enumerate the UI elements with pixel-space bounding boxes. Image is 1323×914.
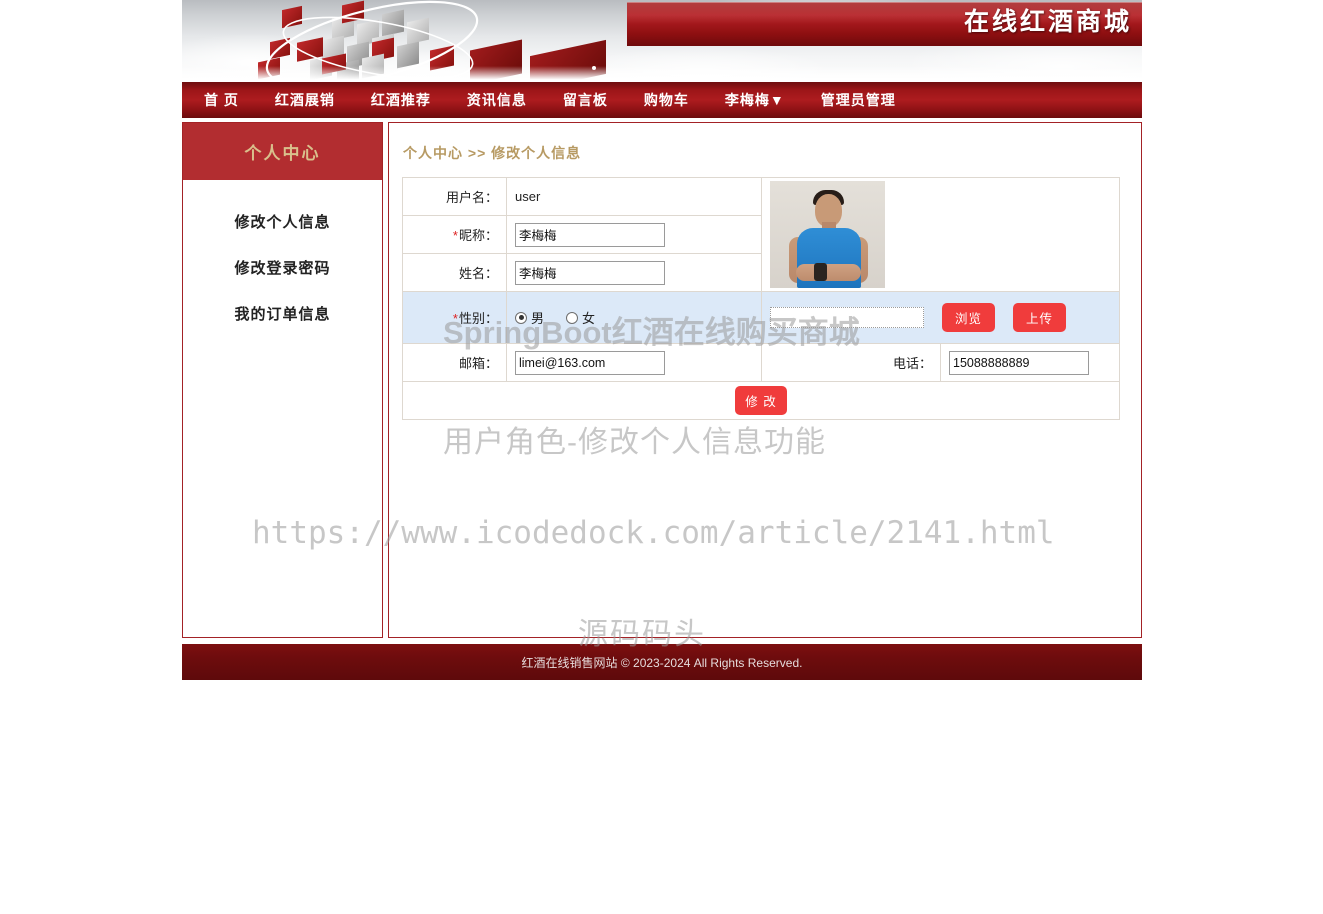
browse-button[interactable]: 浏览 xyxy=(942,303,996,332)
gender-value-cell: 男 女 xyxy=(506,291,762,344)
site-banner: 在线红酒商城 xyxy=(182,0,1142,82)
nav-wine-recommend[interactable]: 红酒推荐 xyxy=(353,82,449,118)
email-label: 邮箱： xyxy=(402,343,507,382)
nav-admin[interactable]: 管理员管理 xyxy=(803,82,914,118)
nav-home[interactable]: 首 页 xyxy=(186,82,257,118)
main-panel: 个人中心 >> 修改个人信息 用户名： user *昵称： 李梅梅 姓名： 李梅… xyxy=(388,122,1142,638)
sidebar: 个人中心 修改个人信息 修改登录密码 我的订单信息 xyxy=(182,122,383,638)
nav-user-menu[interactable]: 李梅梅▼ xyxy=(707,82,803,118)
gender-required-mark: * xyxy=(452,311,458,326)
content-area: 个人中心 修改个人信息 修改登录密码 我的订单信息 个人中心 >> 修改个人信息… xyxy=(182,118,1142,638)
nickname-input[interactable] xyxy=(515,222,665,247)
phone-input[interactable] xyxy=(949,350,1089,375)
upload-cell: 浏览 上传 xyxy=(761,291,1120,344)
table-row-contact: 邮箱： 电话： xyxy=(402,343,1120,382)
avatar xyxy=(770,181,885,288)
username-value: user xyxy=(515,189,541,204)
site-title: 在线红酒商城 xyxy=(963,7,1132,36)
nav-news[interactable]: 资讯信息 xyxy=(449,82,545,118)
nickname-required-mark: * xyxy=(452,228,458,243)
phone-label: 电话： xyxy=(761,343,941,382)
file-path-input[interactable] xyxy=(770,307,924,328)
gender-radio-male[interactable] xyxy=(515,311,527,324)
upload-button[interactable]: 上传 xyxy=(1013,303,1067,332)
gender-label-text: 性别： xyxy=(458,311,498,326)
sidebar-menu: 修改个人信息 修改登录密码 我的订单信息 xyxy=(183,180,382,336)
realname-label: 姓名： xyxy=(402,253,507,292)
username-label: 用户名： xyxy=(402,177,507,216)
phone-value-cell xyxy=(940,343,1120,382)
main-navigation: 首 页 红酒展销 红酒推荐 资讯信息 留言板 购物车 李梅梅▼ 管理员管理 xyxy=(182,82,1142,118)
page-root: 在线红酒商城 首 页 红酒展销 红酒推荐 资讯信息 留言板 购物车 李梅梅▼ 管… xyxy=(0,0,1323,914)
nav-cart[interactable]: 购物车 xyxy=(626,82,707,118)
email-input[interactable] xyxy=(515,350,665,375)
nickname-label-text: 昵称： xyxy=(458,228,498,243)
gender-radio-female[interactable] xyxy=(566,311,579,324)
breadcrumb: 个人中心 >> 修改个人信息 xyxy=(403,145,582,161)
nav-wine-expo[interactable]: 红酒展销 xyxy=(257,82,353,118)
table-row-gender-upload: *性别： 男 女 浏览 上传 xyxy=(402,291,1120,344)
gender-option-female-label: 女 xyxy=(582,311,596,326)
nickname-value-cell xyxy=(506,215,762,254)
site-container: 在线红酒商城 首 页 红酒展销 红酒推荐 资讯信息 留言板 购物车 李梅梅▼ 管… xyxy=(182,0,1142,680)
table-row-submit: 修 改 xyxy=(402,381,1120,420)
sidebar-item-edit-profile[interactable]: 修改个人信息 xyxy=(183,198,382,244)
sidebar-item-change-password[interactable]: 修改登录密码 xyxy=(183,244,382,290)
username-value-cell: user xyxy=(506,177,762,216)
gender-label: *性别： xyxy=(402,291,507,344)
gender-option-male-label: 男 xyxy=(531,311,545,326)
submit-cell: 修 改 xyxy=(402,381,1120,420)
avatar-cell xyxy=(761,177,1120,292)
profile-form-table: 用户名： user *昵称： 李梅梅 姓名： 李梅梅 *性别： 男 女 浏览 上… xyxy=(402,177,1120,420)
gender-radio-group: 男 女 xyxy=(515,308,753,327)
email-value-cell xyxy=(506,343,762,382)
footer-copyright: 红酒在线销售网站 © 2023-2024 All Rights Reserved… xyxy=(521,655,803,670)
sidebar-title: 个人中心 xyxy=(183,123,382,180)
realname-value-cell xyxy=(506,253,762,292)
nickname-label: *昵称： xyxy=(402,215,507,254)
realname-input[interactable] xyxy=(515,260,665,285)
save-button[interactable]: 修 改 xyxy=(735,386,787,415)
banner-bottom-fade xyxy=(182,66,1142,82)
table-row-username: 用户名： user xyxy=(402,177,1120,292)
nav-message-board[interactable]: 留言板 xyxy=(545,82,626,118)
upload-bar: 浏览 上传 xyxy=(770,303,1111,332)
sidebar-item-my-orders[interactable]: 我的订单信息 xyxy=(183,290,382,336)
site-footer: 红酒在线销售网站 © 2023-2024 All Rights Reserved… xyxy=(182,644,1142,680)
